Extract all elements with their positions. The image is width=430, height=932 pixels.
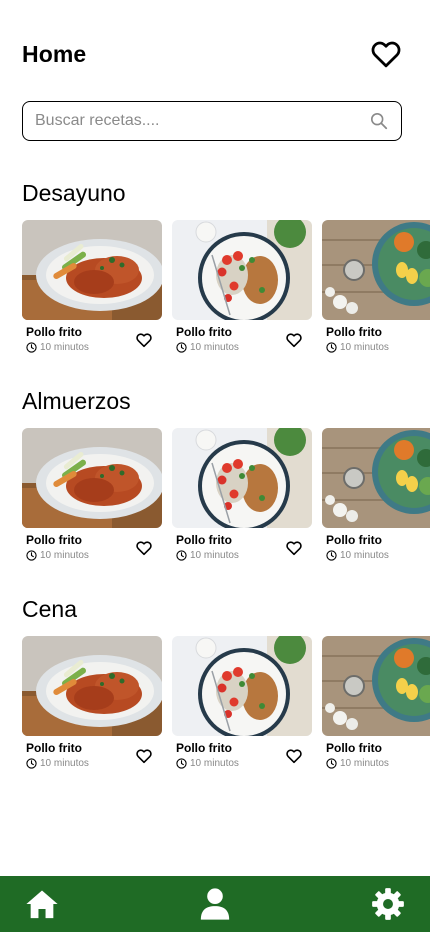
recipe-time: 10 minutos: [326, 758, 389, 769]
clock-icon: [26, 758, 37, 769]
recipe-card[interactable]: Pollo frito 10 minutos: [322, 220, 430, 360]
nav-home-button[interactable]: [24, 886, 60, 922]
search-input[interactable]: [35, 112, 369, 130]
clock-icon: [176, 758, 187, 769]
recipe-image: [172, 636, 312, 736]
nav-profile-button[interactable]: [197, 886, 233, 922]
recipe-time: 10 minutos: [326, 342, 389, 353]
recipe-time-label: 10 minutos: [340, 758, 389, 769]
recipe-image: [172, 428, 312, 528]
recipe-image: [22, 220, 162, 320]
page-title: Home: [22, 40, 87, 67]
recipe-time: 10 minutos: [176, 758, 239, 769]
clock-icon: [326, 342, 337, 353]
favorite-heart-icon[interactable]: [136, 540, 152, 556]
recipe-time-label: 10 minutos: [190, 758, 239, 769]
bottom-nav: [0, 876, 430, 932]
recipe-carousel[interactable]: Pollo frito 10 minutos Pollo frito 10 mi…: [22, 220, 430, 360]
recipe-time: 10 minutos: [26, 758, 89, 769]
recipe-time-label: 10 minutos: [340, 342, 389, 353]
recipe-image: [22, 428, 162, 528]
recipe-image: [22, 636, 162, 736]
recipe-card[interactable]: Pollo frito 10 minutos: [22, 636, 162, 776]
gear-icon: [372, 888, 404, 920]
nav-settings-button[interactable]: [370, 886, 406, 922]
search-bar: [22, 101, 402, 141]
recipe-name: Pollo frito: [326, 325, 382, 339]
recipe-card[interactable]: Pollo frito 10 minutos: [322, 428, 430, 568]
recipe-time: 10 minutos: [26, 342, 89, 353]
clock-icon: [176, 342, 187, 353]
section-title: Almuerzos: [22, 388, 131, 414]
recipe-image: [322, 636, 430, 736]
favorite-heart-icon[interactable]: [286, 748, 302, 764]
recipe-name: Pollo frito: [176, 325, 232, 339]
favorite-heart-icon[interactable]: [286, 332, 302, 348]
recipe-image: [322, 428, 430, 528]
favorite-heart-icon[interactable]: [136, 748, 152, 764]
recipe-carousel[interactable]: Pollo frito 10 minutos Pollo frito 10 mi…: [22, 428, 430, 568]
recipe-time-label: 10 minutos: [40, 550, 89, 561]
recipe-name: Pollo frito: [326, 533, 382, 547]
favorite-heart-icon[interactable]: [286, 540, 302, 556]
recipe-time: 10 minutos: [326, 550, 389, 561]
recipe-image: [322, 220, 430, 320]
recipe-time-label: 10 minutos: [40, 758, 89, 769]
header: Home: [22, 38, 402, 70]
search-icon[interactable]: [369, 111, 389, 131]
recipe-name: Pollo frito: [176, 741, 232, 755]
heart-outline-icon: [371, 41, 401, 68]
clock-icon: [26, 550, 37, 561]
recipe-card[interactable]: Pollo frito 10 minutos: [172, 220, 312, 360]
recipe-name: Pollo frito: [26, 741, 82, 755]
home-icon: [26, 890, 58, 919]
recipe-carousel[interactable]: Pollo frito 10 minutos Pollo frito 10 mi…: [22, 636, 430, 776]
clock-icon: [26, 342, 37, 353]
recipe-card[interactable]: Pollo frito 10 minutos: [172, 636, 312, 776]
recipe-name: Pollo frito: [26, 533, 82, 547]
clock-icon: [326, 550, 337, 561]
favorite-heart-icon[interactable]: [136, 332, 152, 348]
section-title: Cena: [22, 596, 77, 622]
recipe-time-label: 10 minutos: [190, 550, 239, 561]
clock-icon: [176, 550, 187, 561]
recipe-time: 10 minutos: [26, 550, 89, 561]
recipe-time-label: 10 minutos: [40, 342, 89, 353]
recipe-name: Pollo frito: [326, 741, 382, 755]
recipe-name: Pollo frito: [26, 325, 82, 339]
user-icon: [200, 888, 230, 920]
recipe-card[interactable]: Pollo frito 10 minutos: [172, 428, 312, 568]
favorites-button[interactable]: [370, 38, 402, 70]
section-title: Desayuno: [22, 180, 126, 206]
recipe-card[interactable]: Pollo frito 10 minutos: [322, 636, 430, 776]
recipe-card[interactable]: Pollo frito 10 minutos: [22, 220, 162, 360]
recipe-time: 10 minutos: [176, 342, 239, 353]
recipe-time-label: 10 minutos: [190, 342, 239, 353]
recipe-time: 10 minutos: [176, 550, 239, 561]
clock-icon: [326, 758, 337, 769]
recipe-name: Pollo frito: [176, 533, 232, 547]
recipe-image: [172, 220, 312, 320]
recipe-time-label: 10 minutos: [340, 550, 389, 561]
recipe-card[interactable]: Pollo frito 10 minutos: [22, 428, 162, 568]
